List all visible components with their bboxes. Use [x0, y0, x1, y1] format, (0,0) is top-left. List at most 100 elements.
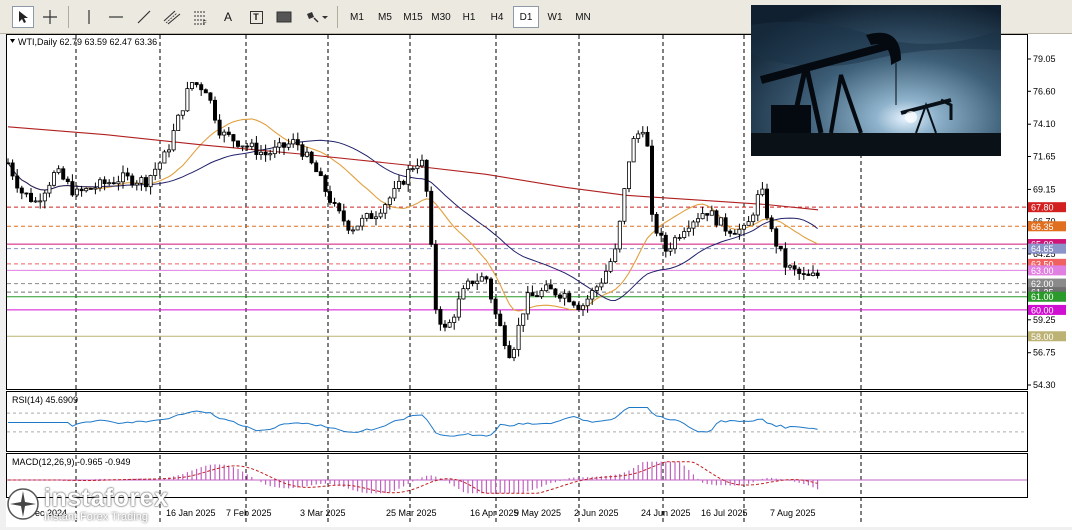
candle-body [10, 162, 15, 177]
candle-body [631, 138, 636, 163]
horizontal-line-tool-button[interactable] [104, 6, 128, 28]
candle-body [645, 131, 650, 147]
candle-body [194, 82, 199, 86]
timeframe-m5[interactable]: M5 [371, 6, 399, 28]
crosshair-tool-button[interactable] [38, 6, 62, 28]
timeframe-h4[interactable]: H4 [483, 6, 511, 28]
candle-body [737, 228, 742, 235]
candle-body [465, 280, 470, 290]
candle-body [461, 288, 466, 300]
timeframe-m30[interactable]: M30 [427, 6, 455, 28]
candle-body [323, 175, 328, 192]
price-scale-label: 74.10 [1033, 119, 1056, 129]
candle-body [272, 146, 277, 155]
candle-body [627, 161, 632, 189]
candle-body [502, 325, 507, 347]
channel-tool-button[interactable] [160, 6, 184, 28]
candle-body [530, 292, 535, 297]
text-tool-button[interactable]: A [216, 6, 240, 28]
candle-body [673, 237, 678, 250]
text-label-tool-button[interactable]: T [244, 6, 268, 28]
candle-body [659, 232, 664, 236]
candle-body [148, 175, 153, 188]
timeframe-h1[interactable]: H1 [455, 6, 483, 28]
candle-body [429, 190, 434, 245]
timeframe-d1[interactable]: D1 [513, 6, 539, 28]
candle-body [88, 188, 93, 190]
candle-body [5, 162, 10, 165]
trendline-tool-button[interactable] [132, 6, 156, 28]
candle-body [130, 175, 135, 186]
candle-body [581, 305, 586, 310]
level-tag-label: 61.00 [1031, 292, 1054, 302]
candle-body [714, 210, 719, 226]
candle-body [774, 228, 779, 247]
candle-body [507, 345, 512, 359]
candle-body [719, 217, 724, 226]
level-tag-label: 60.00 [1031, 305, 1054, 315]
crosshair-icon [43, 10, 57, 24]
candle-body [442, 323, 447, 328]
candle-body [705, 213, 710, 216]
candle-body [392, 188, 397, 199]
fibonacci-tool-button[interactable]: F [188, 6, 212, 28]
shapes-dropdown-button[interactable] [302, 6, 332, 28]
svg-text:F: F [203, 21, 207, 25]
candle-body [258, 151, 263, 155]
candle-body [15, 175, 20, 189]
candle-body [217, 119, 222, 136]
candle-body [535, 295, 540, 298]
candle-body [709, 210, 714, 216]
rsi-header: RSI(14) 45.6909 [12, 395, 78, 405]
candle-body [668, 248, 673, 252]
candle-body [792, 265, 797, 270]
candle-body [212, 99, 217, 121]
candle-body [525, 292, 530, 315]
candle-body [677, 237, 682, 239]
candle-body [199, 84, 204, 91]
instaforex-star-icon [7, 488, 39, 520]
vertical-line-tool-button[interactable] [78, 6, 100, 28]
candle-body [268, 153, 273, 156]
time-axis-label: 2 Jun 2025 [574, 508, 619, 518]
candle-body [696, 218, 701, 223]
candle-body [116, 181, 121, 185]
timeframe-m1[interactable]: M1 [343, 6, 371, 28]
rsi-indicator: 1007030050.0000 [7, 394, 1068, 451]
candle-body [28, 192, 33, 202]
candle-body [208, 92, 213, 101]
time-axis-label: 7 Feb 2025 [226, 508, 272, 518]
candle-body [33, 200, 38, 203]
candle-body [286, 143, 291, 148]
candle-body [240, 145, 245, 148]
candle-body [613, 248, 618, 262]
rectangle-tool-button[interactable] [272, 6, 296, 28]
candle-body [493, 298, 498, 315]
timeframe-m15[interactable]: M15 [399, 6, 427, 28]
candle-body [691, 221, 696, 229]
candle-body [98, 179, 103, 189]
time-axis-label: 16 Apr 2025 [470, 508, 519, 518]
candle-body [79, 188, 84, 192]
candle-body [447, 322, 452, 328]
level-tag-label: 67.80 [1031, 203, 1054, 213]
candle-body [295, 139, 300, 146]
collapse-triangle-icon[interactable] [10, 39, 15, 43]
candle-body [185, 88, 190, 112]
candle-body [636, 133, 641, 139]
candle-body [121, 172, 126, 183]
candle-body [387, 197, 392, 205]
candle-body [56, 168, 61, 174]
candle-body [61, 168, 66, 180]
candle-body [594, 286, 599, 291]
time-axis-label: 9 May 2025 [514, 508, 561, 518]
candle-body [801, 273, 806, 275]
cursor-tool-button[interactable] [12, 6, 34, 28]
candle-body [166, 149, 171, 153]
candle-body [452, 316, 457, 323]
candle-body [355, 225, 360, 231]
timeframe-mn[interactable]: MN [569, 6, 597, 28]
time-axis-label: 16 Jan 2025 [166, 508, 216, 518]
timeframe-w1[interactable]: W1 [541, 6, 569, 28]
candle-body [153, 168, 158, 176]
